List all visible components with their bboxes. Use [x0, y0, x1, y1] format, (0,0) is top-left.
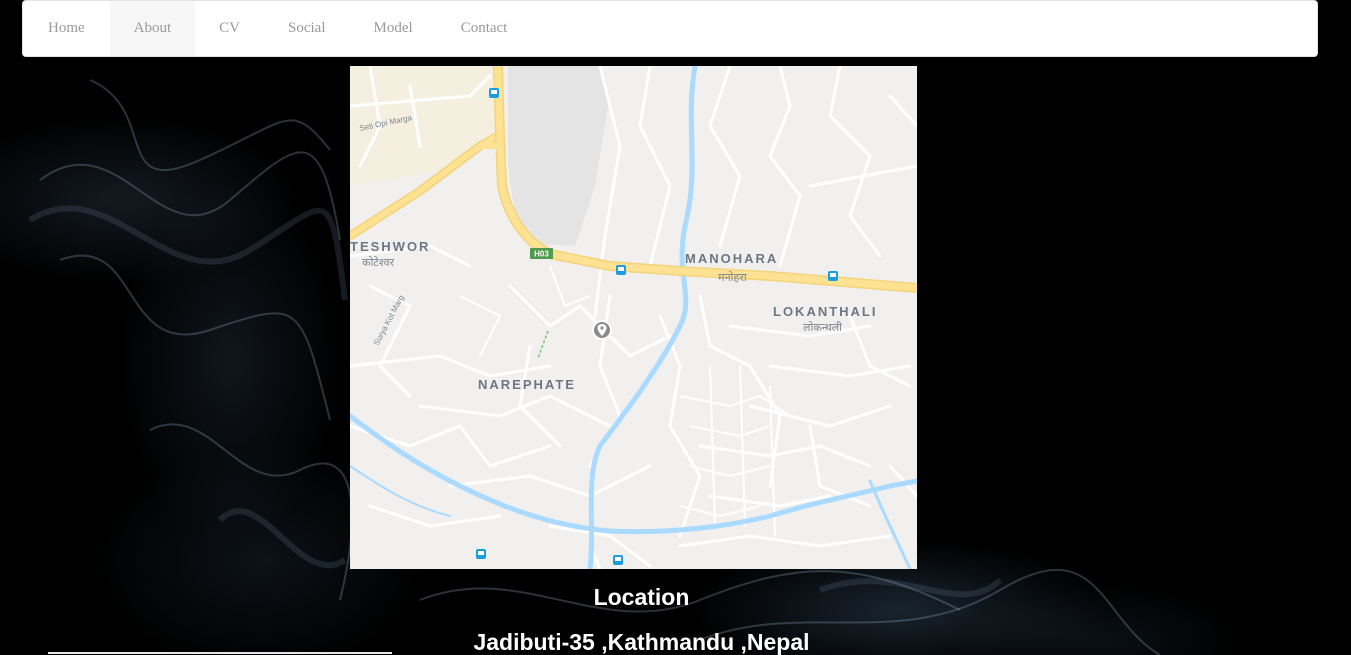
location-heading: Location: [593, 584, 690, 610]
location-map[interactable]: H03 TESHWOR कोटेश्वर MANOHARA मनोहरा LOK…: [350, 66, 917, 569]
location-pin-icon[interactable]: [592, 320, 612, 340]
divider: [48, 652, 392, 654]
label-teshwor: TESHWOR: [350, 239, 430, 254]
bus-stop-icon: [489, 88, 499, 98]
label-lokanthali-native: लोकन्थली: [803, 321, 842, 334]
bus-stop-icon: [828, 271, 838, 281]
label-teshwor-native: कोटेश्वर: [362, 256, 395, 269]
label-manohara-native: मनोहरा: [718, 271, 747, 284]
bus-stop-icon: [616, 265, 626, 275]
label-manohara: MANOHARA: [685, 251, 778, 266]
nav-model[interactable]: Model: [350, 1, 437, 56]
map-canvas[interactable]: H03 TESHWOR कोटेश्वर MANOHARA मनोहरा LOK…: [350, 66, 917, 569]
page: Home About CV Social Model Contact H03 T…: [0, 0, 1351, 655]
bus-stop-icon: [613, 555, 623, 565]
nav-social[interactable]: Social: [264, 1, 350, 56]
top-navbar: Home About CV Social Model Contact: [22, 0, 1318, 57]
nav-contact[interactable]: Contact: [437, 1, 532, 56]
bus-stop-icon: [476, 549, 486, 559]
label-narephate: NAREPHATE: [478, 377, 576, 392]
svg-text:H03: H03: [534, 250, 549, 259]
highway-shield: H03: [530, 248, 553, 259]
nav-home[interactable]: Home: [23, 1, 110, 56]
nav-about[interactable]: About: [109, 1, 196, 56]
nav-cv[interactable]: CV: [195, 1, 264, 56]
label-lokanthali: LOKANTHALI: [773, 304, 878, 319]
